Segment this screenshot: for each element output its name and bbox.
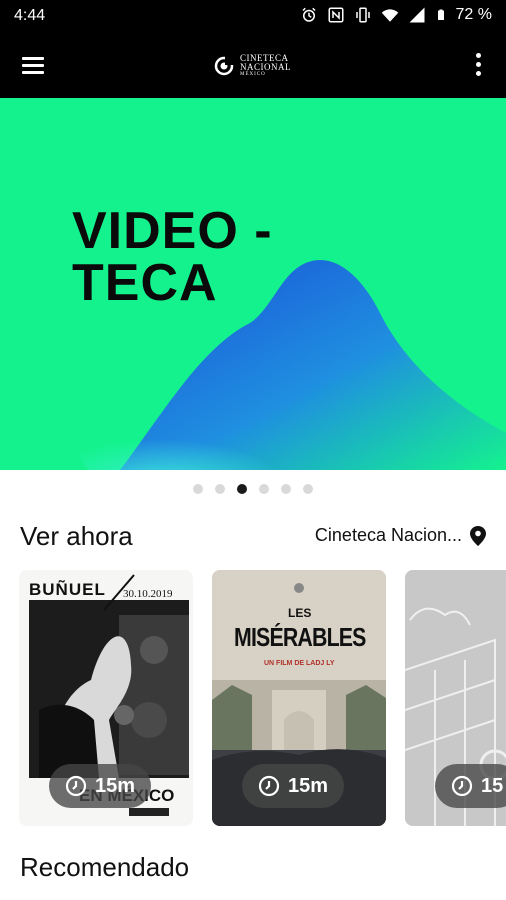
section-title-recomendado: Recomendado [20, 852, 190, 882]
status-bar: 4:44 72 % [0, 0, 506, 34]
movie-card-les-miserables[interactable]: LES MISÉRABLES UN FILM DE LADJ LY 15m [212, 570, 386, 826]
indicator-dot[interactable] [215, 484, 225, 494]
indicator-dot[interactable] [303, 484, 313, 494]
duration-label: 15m [95, 774, 136, 797]
hero-banner[interactable]: VIDEO - TECA [0, 98, 506, 470]
alarm-icon [302, 7, 316, 22]
duration-label: 15 [481, 774, 504, 797]
poster-date-bunuel: 30.10.2019 [123, 588, 173, 600]
poster-subtitle-miserables: UN FILM DE LADJ LY [264, 660, 335, 667]
cineteca-logo-mark [214, 56, 234, 76]
movie-card-third[interactable]: 15 [405, 570, 506, 826]
app-bar: CINETECA NACIONAL MÉXICO [0, 34, 506, 98]
duration-badge: 15m [49, 764, 152, 808]
hero-title-line-1: VIDEO - [72, 202, 273, 260]
status-icons: 72 % [300, 6, 492, 24]
clock-icon [258, 775, 280, 797]
location-label: Cineteca Nacion... [314, 525, 462, 545]
more-vert-icon[interactable] [472, 50, 484, 80]
now-watching-header: Ver ahora Cineteca Nacion... [20, 518, 486, 552]
indicator-dot-active[interactable] [237, 484, 247, 494]
indicator-dot[interactable] [193, 484, 203, 494]
duration-badge: 15 [435, 764, 506, 808]
hero-title: VIDEO - TECA [72, 205, 273, 309]
hamburger-menu-icon[interactable] [20, 52, 48, 80]
location-selector[interactable]: Cineteca Nacion... [315, 525, 486, 546]
logo-line-2: NACIONAL [240, 62, 291, 72]
indicator-dot[interactable] [281, 484, 291, 494]
poster-title-bunuel: BUÑUEL [29, 580, 106, 599]
vibrate-icon [355, 7, 370, 23]
movie-card-bunuel[interactable]: BUÑUEL 30.10.2019 EN MÉXICO 15m [19, 570, 193, 826]
status-time: 4:44 [14, 7, 46, 24]
signal-icon [409, 7, 425, 23]
poster-title-miserables: MISÉRABLES [234, 622, 366, 652]
clock-icon [65, 775, 87, 797]
hero-title-line-2: TECA [72, 254, 218, 312]
location-pin-icon [470, 525, 486, 546]
duration-label: 15m [288, 774, 329, 797]
cineteca-logo: CINETECA NACIONAL MÉXICO [214, 50, 291, 82]
poster-title-prefix-les: LES [288, 606, 312, 620]
now-watching-carousel[interactable]: BUÑUEL 30.10.2019 EN MÉXICO 15m LES MISÉ… [0, 570, 506, 826]
logo-line-3: MÉXICO [240, 72, 266, 77]
indicator-dot[interactable] [259, 484, 269, 494]
battery-icon [437, 9, 444, 20]
duration-badge: 15m [242, 764, 345, 808]
nfc-icon [328, 7, 344, 23]
clock-icon [451, 775, 473, 797]
wifi-icon [381, 9, 398, 22]
battery-percent: 72 % [455, 6, 492, 23]
section-title-ver-ahora: Ver ahora [20, 521, 133, 551]
carousel-indicator [0, 484, 506, 496]
